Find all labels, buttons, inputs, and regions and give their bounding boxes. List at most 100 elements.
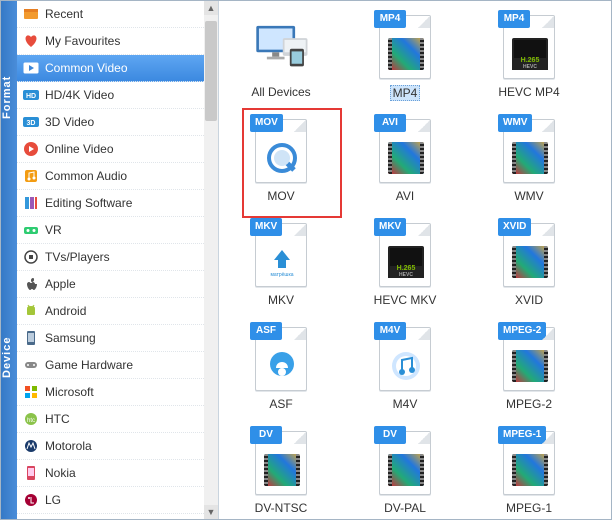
sidebar-item-online[interactable]: Online Video [17, 136, 218, 163]
microsoft-icon [23, 384, 39, 400]
file-xvid-icon: XVID [499, 221, 559, 289]
format-item-mkv[interactable]: MKVматрёшка MKV [223, 217, 339, 317]
format-item-label: DV-NTSC [255, 501, 308, 515]
sidebar-item-label: HD/4K Video [45, 88, 114, 102]
format-item-all-devices[interactable]: All Devices [223, 9, 339, 109]
htc-icon: htc [23, 411, 39, 427]
sidebar-item-favourites[interactable]: My Favourites [17, 28, 218, 55]
sidebar-item-label: Android [45, 304, 86, 318]
vtab-format[interactable]: Format [1, 1, 17, 193]
sidebar-scrollbar[interactable]: ▲ ▼ [204, 1, 218, 519]
heart-icon [23, 33, 39, 49]
recent-icon [23, 6, 39, 22]
sidebar-item-gamehw[interactable]: Game Hardware [17, 352, 218, 379]
vtab-device[interactable]: Device [1, 193, 17, 519]
scroll-thumb[interactable] [205, 21, 217, 121]
format-item-mpeg2[interactable]: MPEG-2 MPEG-2 [471, 321, 587, 421]
format-item-avi[interactable]: AVI AVI [347, 113, 463, 213]
sidebar-item-nokia[interactable]: Nokia [17, 460, 218, 487]
file-m4v-icon: M4V [375, 325, 435, 393]
sidebar-item-label: Motorola [45, 439, 92, 453]
sidebar-item-apple[interactable]: Apple [17, 271, 218, 298]
online-icon [23, 141, 39, 157]
format-item-asf[interactable]: ASF ASF [223, 321, 339, 421]
file-hevc-mkv-icon: MKVH.265HEVC [375, 221, 435, 289]
game-icon [23, 357, 39, 373]
format-item-label: ASF [269, 397, 292, 411]
sidebar-item-vr[interactable]: VR [17, 217, 218, 244]
svg-text:HD: HD [26, 93, 36, 100]
motorola-icon [23, 438, 39, 454]
scroll-down-icon[interactable]: ▼ [204, 505, 218, 519]
file-wmv-icon: WMV [499, 117, 559, 185]
sidebar-item-microsoft[interactable]: Microsoft [17, 379, 218, 406]
format-item-label: MOV [267, 189, 294, 203]
sidebar-item-label: HTC [45, 412, 70, 426]
format-item-m4v[interactable]: M4VM4V [347, 321, 463, 421]
common-video-icon [23, 60, 39, 76]
format-item-label: MPEG-2 [506, 397, 552, 411]
file-mov-icon: MOV [251, 117, 311, 185]
sidebar-item-label: TVs/Players [45, 250, 110, 264]
file-asf-icon: ASF [251, 325, 311, 393]
sidebar-item-common-video[interactable]: Common Video [17, 55, 218, 82]
format-item-label: HEVC MP4 [498, 85, 559, 99]
devices-icon [251, 13, 311, 81]
sidebar-item-android[interactable]: Android [17, 298, 218, 325]
file-mpeg2-icon: MPEG-2 [499, 325, 559, 393]
sidebar-item-label: 3D Video [45, 115, 94, 129]
format-item-label: HEVC MKV [374, 293, 437, 307]
format-item-label: XVID [515, 293, 543, 307]
sidebar-item-htc[interactable]: htc HTC [17, 406, 218, 433]
file-avi-icon: AVI [375, 117, 435, 185]
sidebar-item-label: Microsoft [45, 385, 94, 399]
sidebar-item-label: VR [45, 223, 62, 237]
sidebar: Format Device Recent My Favourites Common … [1, 1, 219, 519]
sidebar-item-audio[interactable]: Common Audio [17, 163, 218, 190]
format-item-label: DV-PAL [384, 501, 426, 515]
sidebar-item-samsung[interactable]: Samsung [17, 325, 218, 352]
sidebar-item-label: Apple [45, 277, 76, 291]
tv-icon [23, 249, 39, 265]
file-mpeg1-icon: MPEG-1 [499, 429, 559, 497]
svg-text:3D: 3D [27, 120, 36, 127]
format-item-label: M4V [393, 397, 418, 411]
sidebar-item-label: Recent [45, 7, 83, 21]
3d-icon: 3D [23, 114, 39, 130]
samsung-icon [23, 330, 39, 346]
sidebar-item-label: Editing Software [45, 196, 132, 210]
format-item-wmv[interactable]: WMV WMV [471, 113, 587, 213]
format-item-dv-ntsc[interactable]: DVDV-NTSC [223, 425, 339, 519]
sidebar-item-tvs[interactable]: TVs/Players [17, 244, 218, 271]
sidebar-item-hd4k[interactable]: HD HD/4K Video [17, 82, 218, 109]
sidebar-item-label: My Favourites [45, 34, 120, 48]
nokia-icon [23, 465, 39, 481]
format-item-mpeg1[interactable]: MPEG-1MPEG-1 [471, 425, 587, 519]
format-item-xvid[interactable]: XVID XVID [471, 217, 587, 317]
sidebar-item-blackberry[interactable]: BlackBerry [17, 514, 218, 519]
file-dv-pal-icon: DV [375, 429, 435, 497]
audio-icon [23, 168, 39, 184]
hd-icon: HD [23, 87, 39, 103]
sidebar-item-lg[interactable]: LG [17, 487, 218, 514]
format-item-hevc-mp4[interactable]: MP4H.265HEVCHEVC MP4 [471, 9, 587, 109]
sidebar-item-label: Common Video [45, 61, 128, 75]
sidebar-item-motorola[interactable]: Motorola [17, 433, 218, 460]
scroll-up-icon[interactable]: ▲ [204, 1, 218, 15]
sidebar-item-editing[interactable]: Editing Software [17, 190, 218, 217]
sidebar-item-3d[interactable]: 3D 3D Video [17, 109, 218, 136]
format-item-dv-pal[interactable]: DV DV-PAL [347, 425, 463, 519]
file-mkv-icon: MKVматрёшка [251, 221, 311, 289]
format-item-mov[interactable]: MOV MOV [223, 113, 339, 213]
format-item-mp4[interactable]: MP4MP4 [347, 9, 463, 109]
sidebar-item-label: Online Video [45, 142, 114, 156]
android-icon [23, 303, 39, 319]
format-item-label: AVI [396, 189, 414, 203]
sidebar-list: Recent My Favourites Common Video HD HD/4K V… [17, 1, 218, 519]
sidebar-item-label: Samsung [45, 331, 96, 345]
sidebar-item-recent[interactable]: Recent [17, 1, 218, 28]
format-item-hevc-mkv[interactable]: MKVH.265HEVC HEVC MKV [347, 217, 463, 317]
file-mp4-icon: MP4 [375, 13, 435, 81]
format-item-label: WMV [514, 189, 543, 203]
format-item-label: MKV [268, 293, 294, 307]
